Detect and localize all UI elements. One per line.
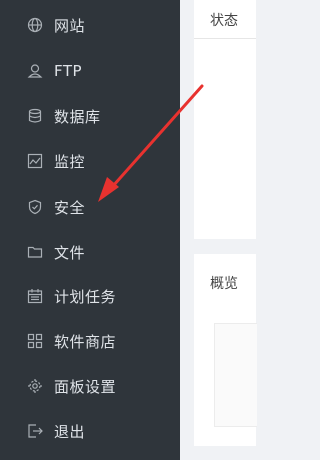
calendar-icon — [27, 288, 43, 304]
overview-content-box — [214, 323, 257, 427]
shield-icon — [27, 199, 43, 215]
status-panel-title: 状态 — [210, 13, 238, 29]
folder-icon — [27, 244, 43, 260]
sidebar: 网站 FTP 数据库 监控 安全 文件 计划任务 软件商店 面板设置 退出 — [0, 0, 180, 460]
sidebar-item-label: 网站 — [54, 16, 86, 35]
ftp-icon — [27, 63, 43, 79]
sidebar-item-logout[interactable]: 退出 — [0, 410, 180, 452]
sidebar-item-label: 退出 — [54, 422, 86, 441]
sidebar-item-database[interactable]: 数据库 — [0, 95, 180, 137]
monitor-icon — [27, 153, 43, 169]
overview-panel-title: 概览 — [210, 276, 238, 292]
sidebar-item-label: FTP — [54, 62, 83, 80]
globe-icon — [27, 17, 43, 33]
sidebar-item-scheduled-tasks[interactable]: 计划任务 — [0, 275, 180, 317]
sidebar-item-label: 软件商店 — [54, 332, 117, 351]
sidebar-item-ftp[interactable]: FTP — [0, 50, 180, 92]
sidebar-item-label: 监控 — [54, 152, 86, 171]
sidebar-item-label: 数据库 — [54, 107, 101, 126]
status-panel-body — [194, 39, 256, 239]
database-icon — [27, 108, 43, 124]
app-grid-icon — [27, 333, 43, 349]
sidebar-item-label: 安全 — [54, 198, 86, 217]
sidebar-item-panel-settings[interactable]: 面板设置 — [0, 365, 180, 407]
gear-icon — [27, 378, 43, 394]
sidebar-item-app-store[interactable]: 软件商店 — [0, 320, 180, 362]
sidebar-item-label: 面板设置 — [54, 377, 117, 396]
sidebar-item-security[interactable]: 安全 — [0, 186, 180, 228]
sidebar-item-monitor[interactable]: 监控 — [0, 140, 180, 182]
sidebar-item-files[interactable]: 文件 — [0, 231, 180, 273]
logout-icon — [27, 423, 43, 439]
sidebar-item-label: 文件 — [54, 243, 86, 262]
sidebar-item-label: 计划任务 — [54, 287, 117, 306]
sidebar-item-website[interactable]: 网站 — [0, 4, 180, 46]
status-panel-header: 状态 — [194, 0, 256, 39]
